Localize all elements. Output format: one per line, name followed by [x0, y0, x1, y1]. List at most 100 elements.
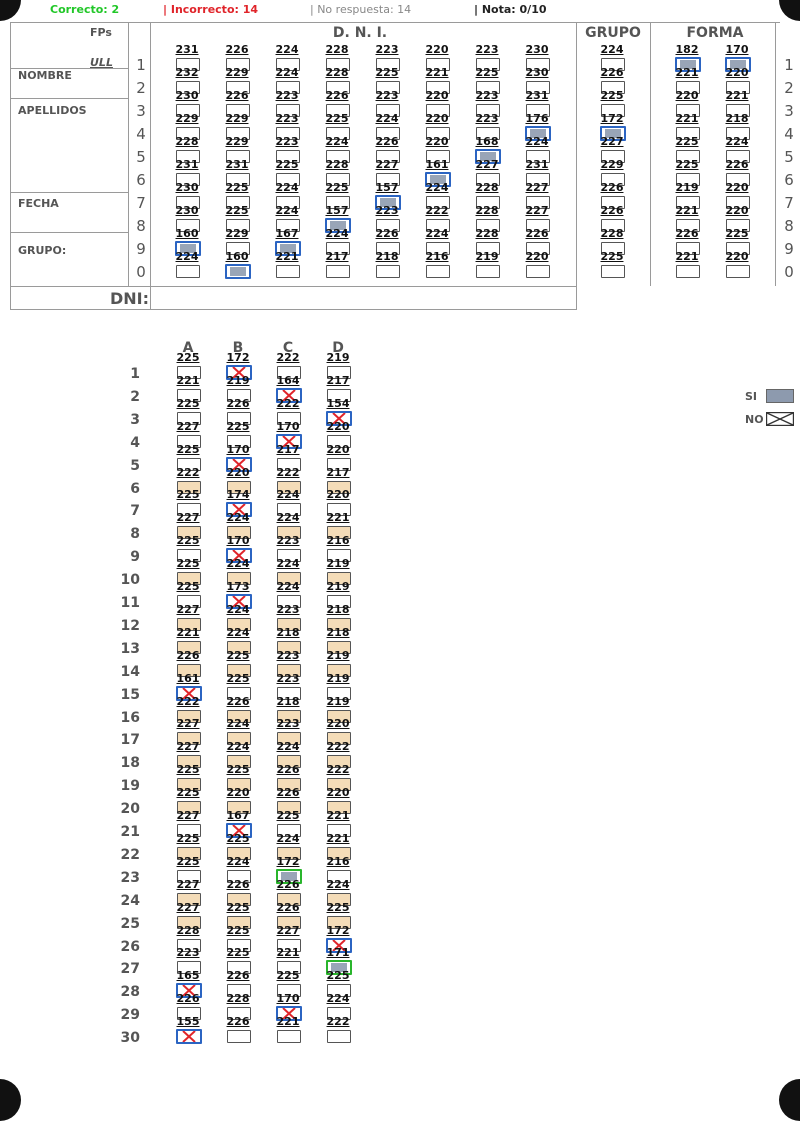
bubble-number: 228 — [175, 135, 199, 148]
bubble-number: 221 — [276, 946, 300, 960]
answer-bubble[interactable]: 222 — [326, 1016, 351, 1044]
bubble-number: 226 — [226, 1015, 250, 1029]
legend-si-label: SI — [745, 390, 758, 403]
bubble-number: 170 — [276, 992, 300, 1006]
bubble-number: 160 — [225, 250, 249, 263]
bubble-number: 224 — [226, 717, 250, 731]
bubble-box — [426, 265, 450, 278]
dni-bubble[interactable]: 221 — [275, 251, 300, 278]
bubble-number: 223 — [276, 671, 300, 685]
bubble-number: 161 — [425, 158, 449, 171]
bubble-number: 224 — [326, 877, 350, 891]
bubble-number: 228 — [600, 227, 624, 240]
row-label-left: 5 — [136, 148, 146, 166]
row-label-right: 5 — [784, 148, 794, 166]
bubble-number: 161 — [176, 671, 200, 685]
bubble-number: 160 — [175, 227, 199, 240]
grupo-bubble[interactable]: 225 — [600, 251, 625, 278]
bubble-number: 223 — [275, 135, 299, 148]
forma-bubble[interactable]: 220 — [725, 250, 750, 278]
question-number: 3 — [130, 411, 140, 428]
bubble-number: 226 — [276, 763, 300, 777]
row-label-left: 2 — [136, 79, 146, 97]
question-number: 5 — [130, 457, 140, 474]
answer-bubble[interactable]: 155 — [176, 1016, 202, 1045]
dni-bubble[interactable]: 217 — [325, 251, 350, 278]
bubble-number: 225 — [176, 854, 200, 868]
bubble-number: 218 — [326, 625, 350, 639]
bubble-number: 228 — [325, 43, 349, 56]
question-number: 22 — [120, 846, 140, 863]
registration-mark-bottom-right — [779, 1079, 800, 1121]
bubble-number: 224 — [375, 112, 399, 125]
bubble-number: 164 — [276, 373, 300, 387]
bubble-number: 220 — [326, 419, 350, 433]
bubble-number: 224 — [226, 557, 250, 571]
bubble-number: 228 — [325, 66, 349, 79]
bubble-number: 157 — [325, 204, 349, 217]
bubble-number: 182 — [675, 43, 699, 56]
question-number: 1 — [130, 366, 140, 382]
bubble-number: 225 — [276, 809, 300, 822]
bubble-number: 223 — [276, 534, 300, 548]
registration-mark-bottom-left — [0, 1079, 21, 1121]
bubble-number: 219 — [326, 671, 350, 685]
bubble-number: 225 — [226, 923, 250, 937]
bubble-number: 170 — [226, 442, 250, 456]
bubble-number: 220 — [525, 250, 549, 263]
bubble-number: 224 — [326, 992, 350, 1006]
dni-bubble[interactable]: 160 — [225, 250, 251, 279]
question-number: 17 — [120, 732, 140, 749]
bubble-number: 227 — [176, 419, 200, 433]
dni-bubble[interactable]: 224 — [175, 251, 200, 278]
bubble-number: 232 — [175, 66, 199, 79]
bubble-number: 226 — [525, 227, 549, 240]
bubble-number: 224 — [226, 602, 250, 616]
bubble-number: 225 — [176, 831, 200, 845]
bubble-number: 165 — [176, 969, 200, 983]
bubble-number: 229 — [225, 66, 249, 79]
dni-bubble[interactable]: 219 — [475, 250, 500, 278]
bubble-box — [376, 265, 400, 278]
bubble-number: 231 — [225, 158, 249, 171]
question-number: 21 — [120, 824, 140, 840]
bubble-number: 225 — [600, 89, 624, 102]
bubble-number: 223 — [276, 717, 300, 731]
question-number: 29 — [120, 1007, 140, 1024]
answer-bubble[interactable]: 226 — [226, 1015, 251, 1044]
bubble-number: 223 — [176, 946, 200, 960]
bubble-number: 221 — [675, 66, 699, 79]
bubble-number: 170 — [276, 419, 300, 433]
forma-bubble[interactable]: 221 — [675, 251, 700, 278]
bubble-number: 226 — [725, 158, 749, 171]
bubble-number: 225 — [176, 786, 200, 800]
bubble-number: 218 — [375, 250, 399, 263]
bubble-box — [276, 265, 300, 278]
bubble-box — [726, 265, 750, 278]
bubble-number: 224 — [276, 557, 300, 571]
dni-bubble[interactable]: 218 — [375, 250, 400, 278]
dni-bubble[interactable]: 220 — [525, 250, 550, 278]
bubble-number: 220 — [226, 786, 250, 800]
row-label-left: 6 — [136, 171, 146, 189]
bubble-number: 219 — [475, 250, 499, 263]
bubble-number: 224 — [275, 66, 299, 79]
row-label-right: 7 — [784, 194, 794, 212]
bubble-number: 220 — [725, 250, 749, 263]
student-id-header: FPs ULL NOMBRE APELLIDOS FECHA GRUPO: DN… — [10, 22, 794, 310]
bubble-number: 222 — [276, 396, 300, 410]
bubble-number: 223 — [375, 204, 399, 217]
question-number: 6 — [130, 480, 140, 497]
bubble-number: 167 — [226, 809, 250, 822]
bubble-number: 226 — [276, 900, 300, 914]
bubble-number: 223 — [276, 602, 300, 616]
dni-bubble[interactable]: 216 — [425, 251, 450, 278]
bubble-number: 218 — [725, 112, 749, 125]
bubble-box — [176, 265, 200, 278]
bubble-number: 227 — [600, 135, 624, 148]
bubble-number: 230 — [525, 43, 549, 56]
bubble-number: 220 — [675, 89, 699, 102]
answer-bubble[interactable]: 221 — [276, 1016, 301, 1044]
incorrect-count: | Incorrecto: 14 — [163, 3, 259, 16]
bubble-number: 222 — [276, 465, 300, 479]
